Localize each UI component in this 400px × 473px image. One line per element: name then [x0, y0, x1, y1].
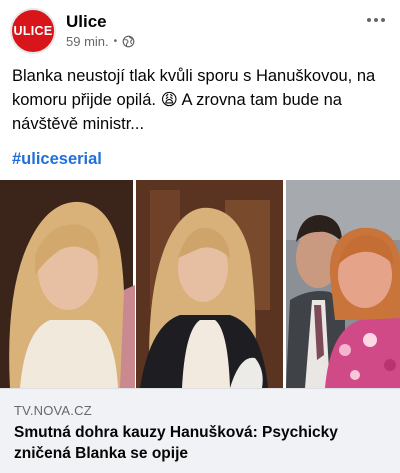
- link-domain: TV.NOVA.CZ: [14, 403, 92, 418]
- link-title[interactable]: Smutná dohra kauzy Hanušková: Psychicky …: [14, 422, 386, 464]
- hashtag-link[interactable]: #uliceserial: [12, 150, 102, 169]
- link-preview-card[interactable]: TV.NOVA.CZ Smutná dohra kauzy Hanušková:…: [0, 388, 400, 473]
- more-dot: [367, 18, 371, 22]
- more-dot: [374, 18, 378, 22]
- more-options-icon[interactable]: [362, 10, 390, 30]
- more-dot: [381, 18, 385, 22]
- page-avatar[interactable]: ULICE: [10, 8, 56, 54]
- page-name[interactable]: Ulice: [66, 12, 107, 32]
- post-text: Blanka neustojí tlak kvůli sporu s Hanuš…: [12, 67, 376, 133]
- globe-icon[interactable]: [122, 35, 135, 48]
- post-meta: 59 min. •: [66, 34, 135, 49]
- post-time[interactable]: 59 min.: [66, 34, 109, 49]
- post-image[interactable]: [0, 180, 400, 388]
- post-photo-illustration: [0, 180, 400, 388]
- avatar-logo-text: ULICE: [13, 24, 53, 38]
- post-header: ULICE Ulice 59 min. •: [0, 0, 400, 58]
- meta-separator: •: [113, 36, 118, 47]
